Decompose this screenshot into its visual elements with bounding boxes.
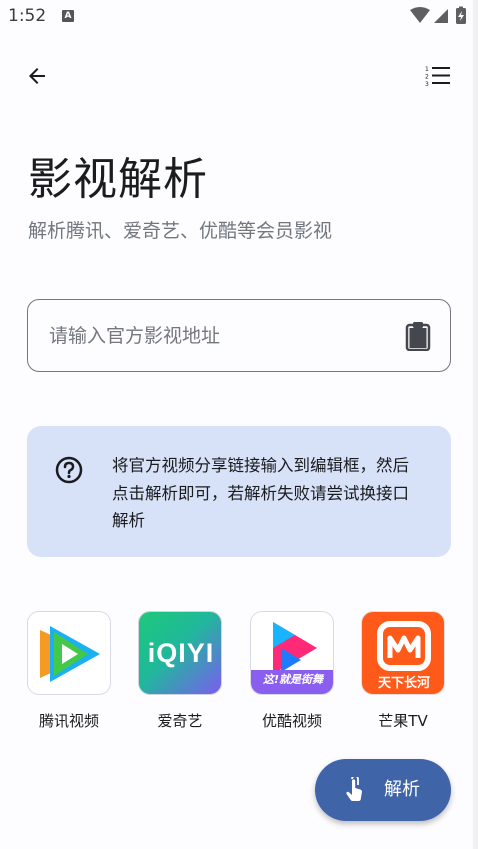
help-circle-icon [55,456,83,484]
app-tencent-video[interactable]: 腾讯视频 [26,611,112,731]
tencent-video-logo [27,611,111,695]
clipboard-icon [405,322,431,351]
parse-fab-button[interactable]: 解析 [315,759,451,821]
arrow-left-icon [29,68,45,84]
mango-tv-logo: 天下长河 [361,611,445,695]
back-button[interactable] [17,56,57,96]
iqiyi-logo: iQIYI [138,611,222,695]
status-bar: 1:52 A [0,0,478,32]
notification-badge: A [62,10,74,22]
tip-card: 将官方视频分享链接输入到编辑框，然后点击解析即可，若解析失败请尝试换接口解析 [27,426,451,557]
youku-logo-text: 这!就是街舞 [262,673,324,686]
app-label: 爱奇艺 [157,712,203,730]
iqiyi-logo-text: iQIYI [147,638,215,668]
platform-shortcuts: 腾讯视频 iQIYI 爱奇艺 这!就是街舞 优酷视频 天下长河 芒果TV [0,611,478,741]
youku-logo: 这!就是街舞 [250,611,334,695]
app-mango-tv[interactable]: 天下长河 芒果TV [360,611,446,731]
app-label: 芒果TV [378,712,428,730]
top-app-bar: 1 2 3 [0,48,478,104]
numbered-list-button[interactable]: 1 2 3 [418,56,458,96]
parse-button-label: 解析 [384,779,420,800]
url-input-placeholder: 请输入官方影视地址 [49,325,221,347]
status-time: 1:52 [8,6,47,26]
page-subtitle: 解析腾讯、爱奇艺、优酷等会员影视 [28,220,333,242]
app-youku[interactable]: 这!就是街舞 优酷视频 [249,611,335,731]
app-label: 优酷视频 [261,712,322,730]
app-label: 腾讯视频 [38,712,99,730]
video-url-input[interactable]: 请输入官方影视地址 [27,299,451,372]
svg-text:1: 1 [425,66,429,73]
wifi-battery-icon [410,6,466,24]
svg-text:3: 3 [425,81,429,88]
svg-text:2: 2 [425,74,429,81]
mango-logo-text: 天下长河 [377,676,430,691]
page-title: 影视解析 [28,154,208,205]
touch-hand-icon [346,777,362,801]
numbered-list-icon: 1 2 3 [425,66,450,88]
paste-button[interactable] [402,320,434,352]
tip-text: 将官方视频分享链接输入到编辑框，然后点击解析即可，若解析失败请尝试换接口解析 [112,456,409,530]
status-icons [408,6,470,26]
app-iqiyi[interactable]: iQIYI 爱奇艺 [137,611,223,731]
